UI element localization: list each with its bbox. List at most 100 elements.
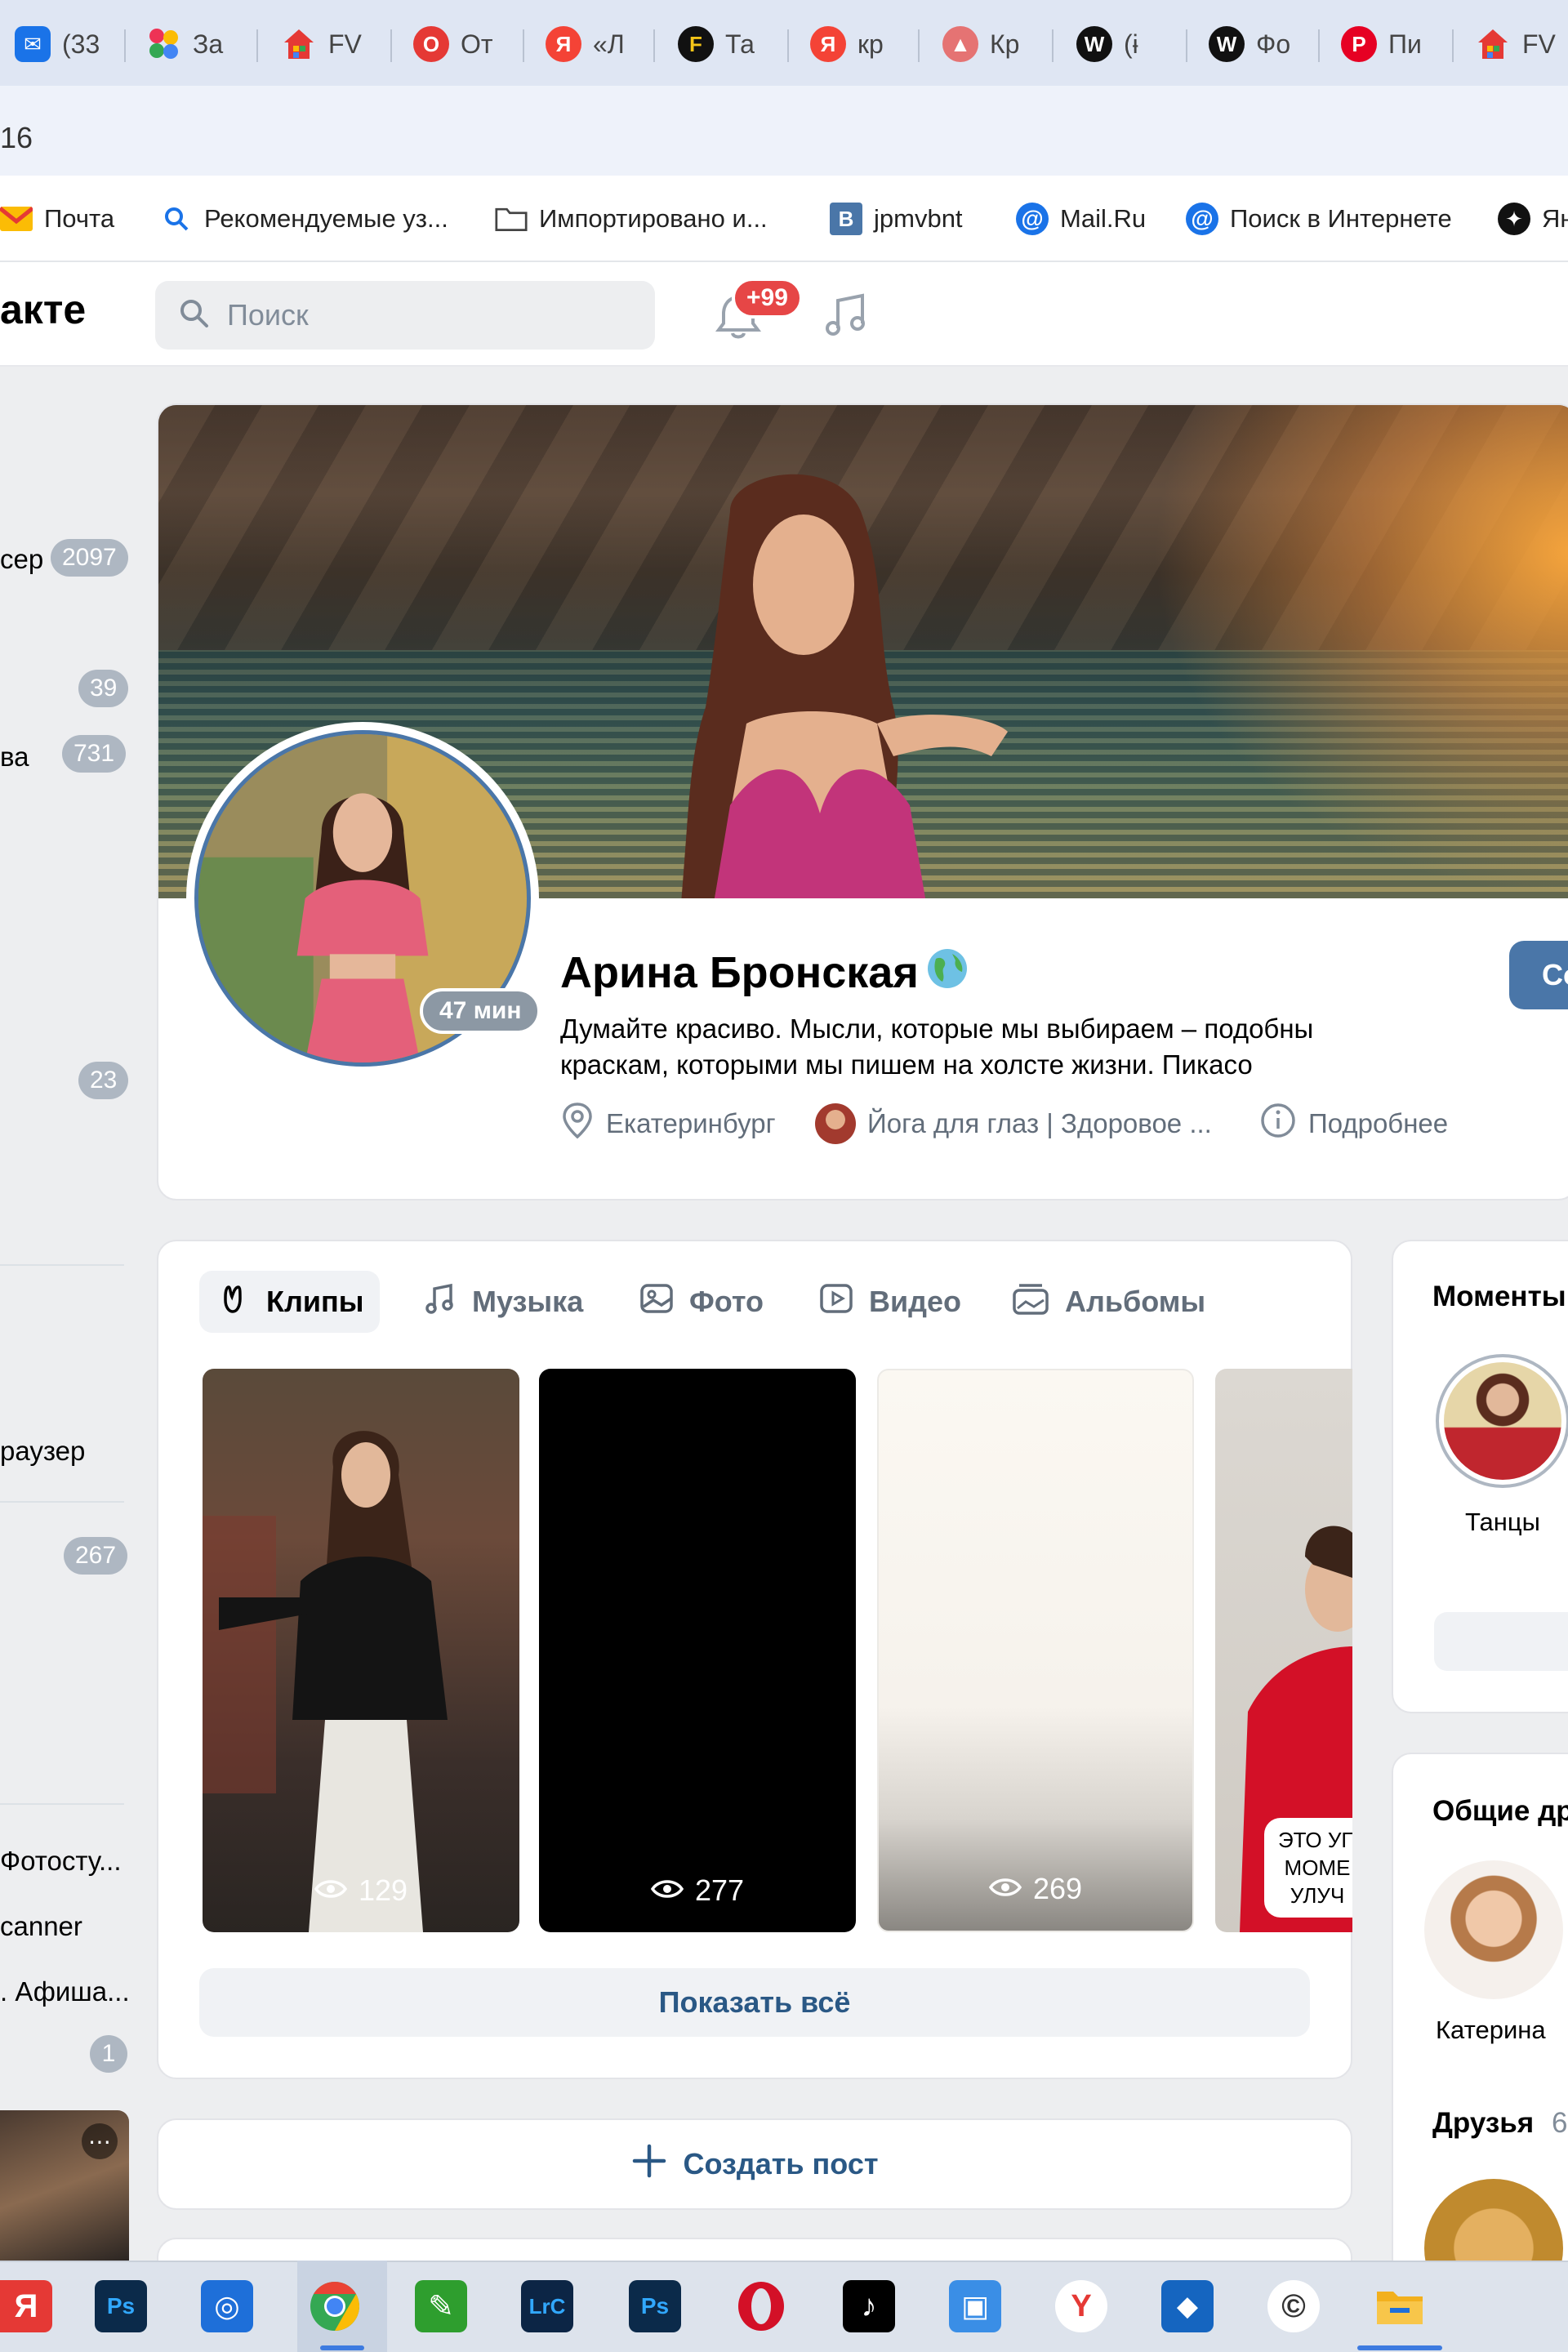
notifications-badge: +99 <box>732 278 803 318</box>
sidebar-item-label[interactable]: ва <box>0 742 29 773</box>
browser-tab[interactable]: Я кр <box>810 18 884 70</box>
browser-tab[interactable]: FV <box>1475 18 1556 70</box>
more-dots-icon[interactable]: ⋯ <box>82 2123 118 2159</box>
browser-tab[interactable]: ▲ Кр <box>942 18 1019 70</box>
tab-label: «Л <box>593 29 625 59</box>
sidebar-divider <box>0 1264 124 1266</box>
lightroom-icon[interactable]: LrC <box>521 2280 573 2332</box>
tab-photo[interactable]: Фото <box>622 1271 780 1333</box>
w-icon: W <box>1076 26 1112 62</box>
tab-label: (33 <box>62 29 100 59</box>
avatar <box>1444 1362 1561 1480</box>
bookmark-item[interactable]: @ Поиск в Интернете <box>1186 199 1452 238</box>
pinterest-icon: P <box>1341 26 1377 62</box>
clip-icon <box>216 1281 252 1324</box>
yandex-icon[interactable]: Y <box>1055 2280 1107 2332</box>
at-icon: @ <box>1016 203 1049 235</box>
create-post-button[interactable]: Создать пост <box>157 2118 1352 2210</box>
clip-thumbnail[interactable]: 129 <box>203 1369 519 1932</box>
bookmark-item[interactable]: Рекомендуемые уз... <box>160 199 448 238</box>
tab-label: Видео <box>869 1285 961 1318</box>
browser-tab[interactable]: ✉ (33 <box>15 18 100 70</box>
shield-app-icon[interactable]: ◆ <box>1161 2280 1214 2332</box>
bookmark-item[interactable]: Почта <box>0 199 114 238</box>
sidebar-item-label[interactable]: сер <box>0 544 43 575</box>
sidebar-item-label[interactable]: раузер <box>0 1436 85 1467</box>
tab-albums[interactable]: Альбомы <box>995 1271 1222 1333</box>
screen-app-icon[interactable]: ▣ <box>949 2280 1001 2332</box>
music-note-icon[interactable] <box>817 287 874 345</box>
mail-envelope-icon <box>0 203 33 235</box>
tab-separator <box>124 29 126 62</box>
eye-icon <box>650 1873 684 1908</box>
tab-separator <box>256 29 258 62</box>
tab-separator <box>1186 29 1187 62</box>
file-explorer-icon[interactable] <box>1374 2280 1426 2332</box>
browser-tab[interactable]: F Та <box>678 18 755 70</box>
pen-app-icon[interactable]: ✎ <box>415 2280 467 2332</box>
online-time-badge: 47 мин <box>420 988 541 1034</box>
moments-button[interactable] <box>1434 1612 1568 1671</box>
bookmark-item[interactable]: Импортировано и... <box>495 199 768 238</box>
sidebar-count-badge: 23 <box>78 1062 129 1099</box>
tab-label: Альбомы <box>1065 1285 1206 1318</box>
browser-tab[interactable]: Я «Л <box>546 18 625 70</box>
site-logo-text[interactable]: акте <box>0 286 86 333</box>
folder-icon <box>495 203 528 235</box>
friend-avatar[interactable] <box>1424 1860 1563 1999</box>
browser-tab[interactable]: W Фо <box>1209 18 1290 70</box>
w-icon: W <box>1209 26 1245 62</box>
photoshop-icon[interactable]: Ps <box>95 2280 147 2332</box>
browser-tab[interactable]: W (ɨ <box>1076 18 1138 70</box>
clip-thumbnail[interactable]: 277 <box>539 1369 856 1932</box>
search-box[interactable] <box>155 281 655 350</box>
yandex-browser-icon[interactable]: Я <box>0 2280 52 2332</box>
address-bar[interactable] <box>0 86 1568 176</box>
sidebar-item-label[interactable]: . Афиша... <box>0 1976 130 2007</box>
bookmark-label: Mail.Ru <box>1060 204 1147 233</box>
bookmark-item[interactable]: ✦ Ян <box>1498 199 1568 238</box>
bookmark-label: jpmvbnt <box>874 204 963 233</box>
profile-group-link[interactable]: Йога для глаз | Здоровое ... <box>815 1101 1212 1147</box>
yandex-icon: Я <box>810 26 846 62</box>
profile-city[interactable]: Екатеринбург <box>560 1101 776 1147</box>
tab-music[interactable]: Музыка <box>405 1271 599 1333</box>
browser-tab[interactable]: FV <box>281 18 362 70</box>
sidebar-item-label[interactable]: canner <box>0 1911 82 1942</box>
profile-status: Думайте красиво. Мысли, которые мы выбир… <box>560 1013 1314 1080</box>
show-all-button[interactable]: Показать всё <box>199 1968 1310 2037</box>
profile-more-link[interactable]: Подробнее <box>1259 1101 1448 1147</box>
tab-label: Клипы <box>266 1285 364 1318</box>
bookmark-label: Импортировано и... <box>539 204 768 233</box>
bookmark-item[interactable]: B jpmvbnt <box>830 199 963 238</box>
chrome-icon[interactable] <box>309 2280 361 2332</box>
moment-label: Танцы <box>1465 1508 1540 1536</box>
bookmark-item[interactable]: @ Mail.Ru <box>1016 199 1146 238</box>
tab-clips[interactable]: Клипы <box>199 1271 381 1333</box>
clip-thumbnail[interactable]: ЭТО УП МОМЕ УЛУЧ <box>1215 1369 1352 1932</box>
circle-app-icon[interactable]: © <box>1267 2280 1320 2332</box>
sidebar-divider <box>0 1803 124 1805</box>
clip-views-count: 269 <box>1032 1872 1083 1905</box>
sidebar-item-label[interactable]: Фотосту... <box>0 1846 122 1877</box>
tiktok-icon[interactable]: ♪ <box>843 2280 895 2332</box>
moment-avatar[interactable] <box>1436 1354 1568 1488</box>
browser-tab[interactable]: P Пи <box>1341 18 1422 70</box>
address-text[interactable]: 16 <box>0 121 33 155</box>
profile-action-button[interactable]: Co <box>1509 941 1568 1009</box>
at-icon: @ <box>1186 203 1218 235</box>
camera-app-icon[interactable]: ◎ <box>201 2280 253 2332</box>
tab-video[interactable]: Видео <box>802 1271 978 1333</box>
clip-thumbnail[interactable]: 269 <box>877 1369 1194 1932</box>
browser-tab[interactable]: За <box>145 18 223 70</box>
star-icon: ✦ <box>1498 203 1530 235</box>
tab-separator <box>523 29 524 62</box>
opera-icon[interactable] <box>735 2280 787 2332</box>
tab-label: Фото <box>689 1285 764 1318</box>
photo-icon <box>639 1281 675 1324</box>
photoshop-icon-2[interactable]: Ps <box>629 2280 681 2332</box>
browser-tab[interactable]: O От <box>413 18 493 70</box>
search-input[interactable] <box>227 298 619 332</box>
friend-name[interactable]: Катерина <box>1436 2016 1546 2045</box>
video-icon <box>818 1281 854 1324</box>
